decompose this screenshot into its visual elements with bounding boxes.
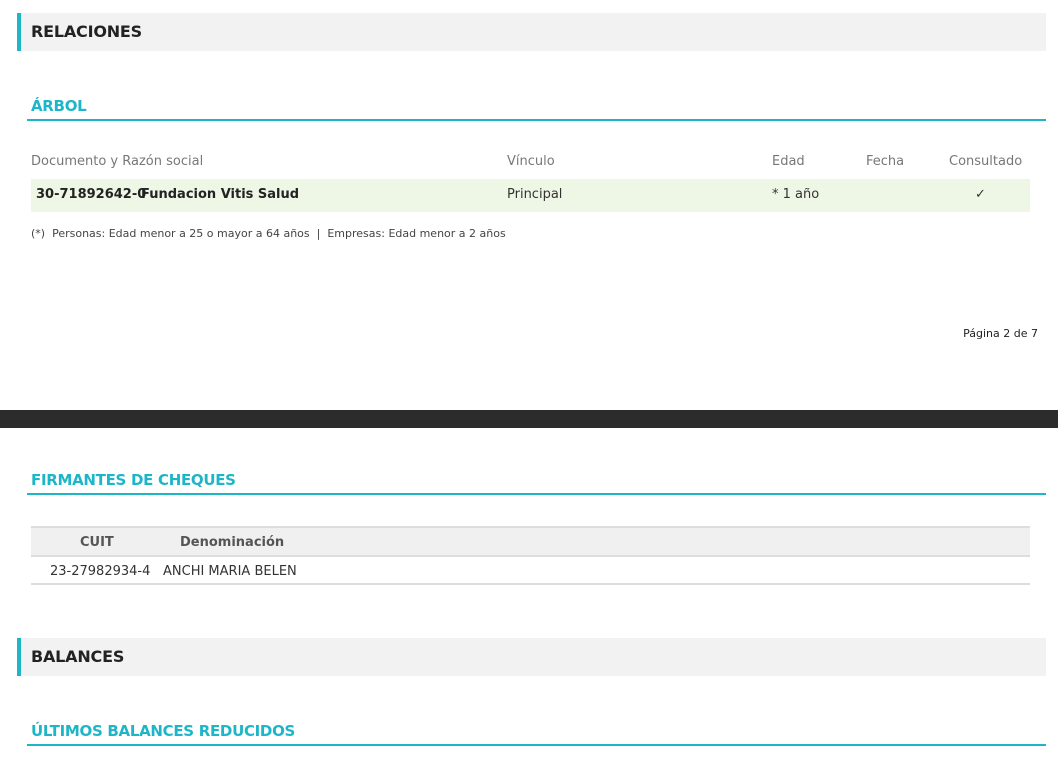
razon-social-value: Fundacion Vitis Salud <box>141 187 300 202</box>
ultimos-balances-title: ÚLTIMOS BALANCES REDUCIDOS <box>31 722 296 740</box>
relaciones-section-title: RELACIONES <box>31 22 142 41</box>
firmantes-subsection-header: FIRMANTES DE CHEQUES <box>27 471 1046 495</box>
col-header-consultado: Consultado <box>949 154 1023 169</box>
page-break-divider <box>0 410 1058 428</box>
col-header-fecha: Fecha <box>866 154 905 169</box>
col-header-denominacion: Denominación <box>180 535 285 550</box>
arbol-title: ÁRBOL <box>31 97 87 115</box>
col-header-documento: Documento y Razón social <box>31 154 204 169</box>
col-header-vinculo: Vínculo <box>507 154 555 169</box>
cuit-value: 23-27982934-4 <box>50 564 151 579</box>
balances-section-title: BALANCES <box>31 647 125 666</box>
firmantes-title: FIRMANTES DE CHEQUES <box>31 471 236 489</box>
relaciones-section-header: RELACIONES <box>17 13 1046 51</box>
page-number: Página 2 de 7 <box>963 327 1038 340</box>
table-row: 30-71892642-0 Fundacion Vitis Salud Prin… <box>31 179 1030 212</box>
arbol-footnote: (*) Personas: Edad menor a 25 o mayor a … <box>31 227 506 240</box>
consultado-check-icon: ✓ <box>975 187 986 202</box>
ultimos-balances-subsection-header: ÚLTIMOS BALANCES REDUCIDOS <box>27 722 1046 746</box>
firmantes-table: CUIT Denominación 23-27982934-4 ANCHI MA… <box>31 526 1030 585</box>
denominacion-value: ANCHI MARIA BELEN <box>163 564 297 579</box>
documento-value: 30-71892642-0 <box>36 187 147 202</box>
vinculo-value: Principal <box>507 187 563 202</box>
arbol-subsection-header: ÁRBOL <box>27 97 1046 121</box>
firmantes-table-header: CUIT Denominación <box>31 528 1030 557</box>
edad-value: * 1 año <box>772 187 820 202</box>
col-header-edad: Edad <box>772 154 805 169</box>
col-header-cuit: CUIT <box>80 535 114 550</box>
balances-section-header: BALANCES <box>17 638 1046 676</box>
